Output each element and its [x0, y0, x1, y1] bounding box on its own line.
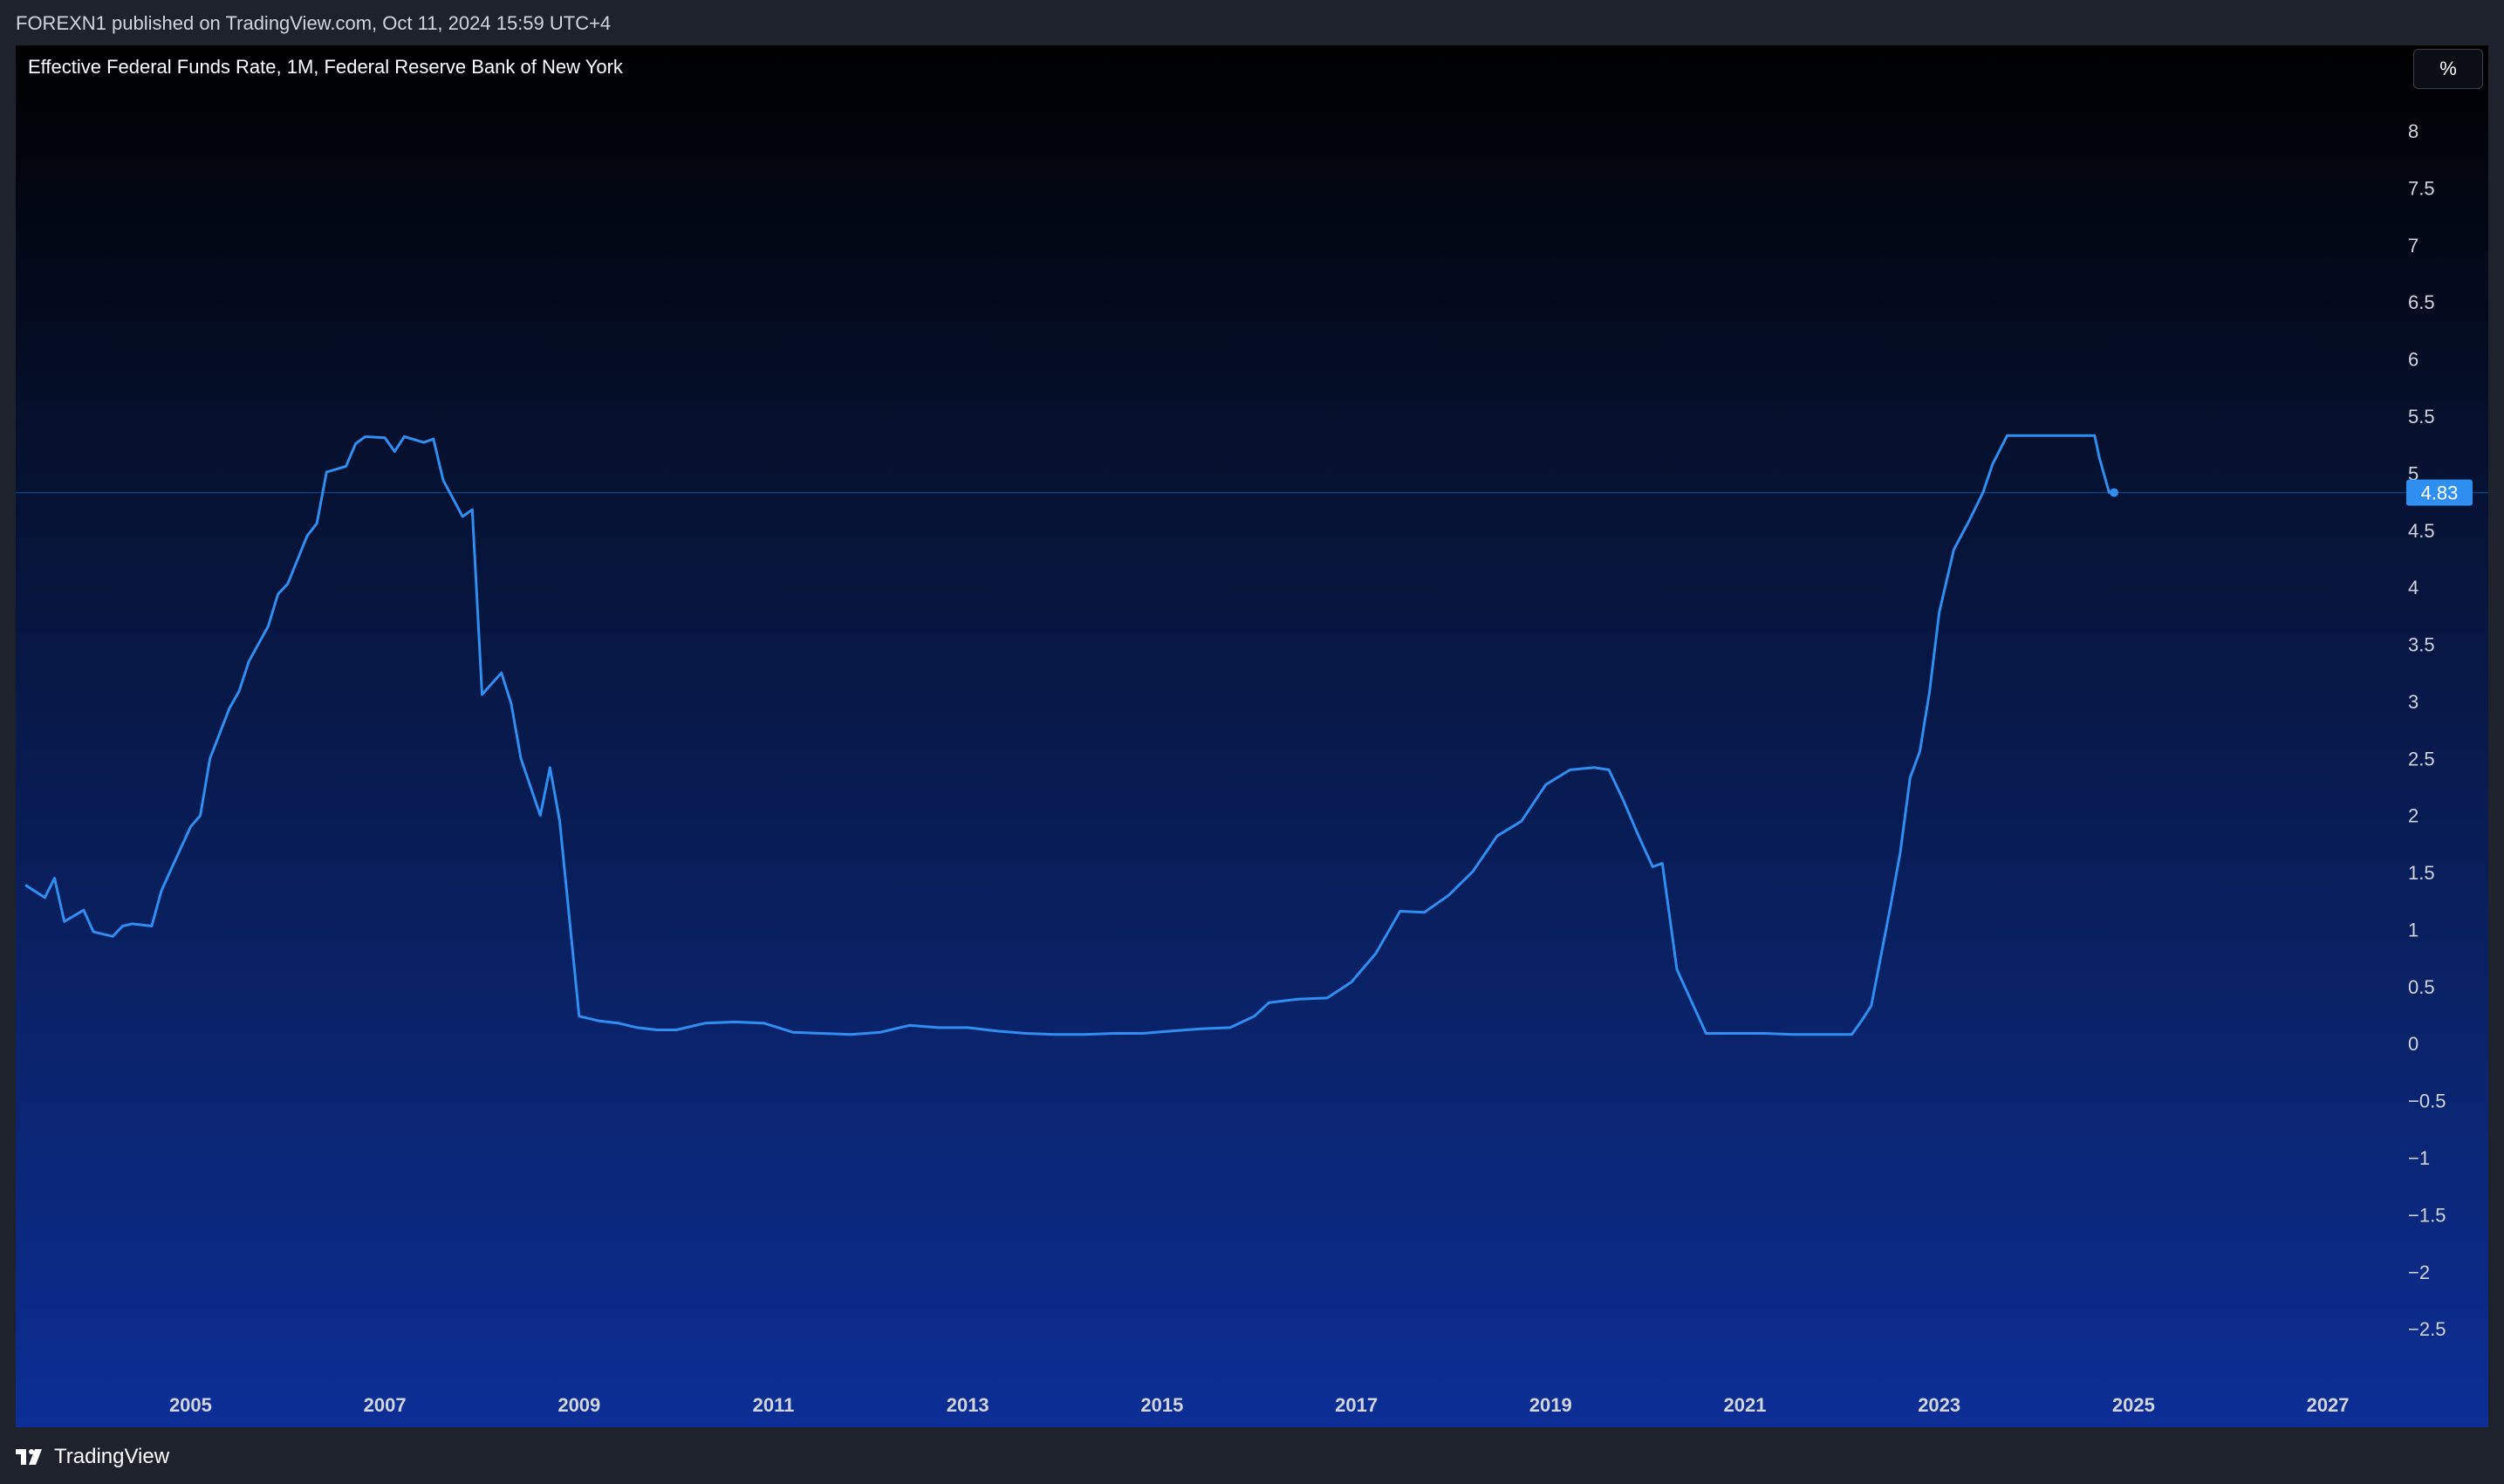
- x-tick-label: 2025: [2112, 1394, 2155, 1416]
- y-tick-label: 3: [2408, 691, 2418, 713]
- x-tick-label: 2013: [947, 1394, 989, 1416]
- y-tick-label: 4.5: [2408, 520, 2435, 542]
- y-tick-label: 2: [2408, 805, 2418, 827]
- chart-title: Effective Federal Funds Rate, 1M, Federa…: [28, 56, 623, 78]
- x-tick-label: 2011: [753, 1394, 795, 1416]
- top-bar: FOREXN1 published on TradingView.com, Oc…: [0, 0, 2504, 45]
- x-tick-label: 2009: [558, 1394, 600, 1416]
- y-tick-label: 4: [2408, 577, 2418, 598]
- y-tick-label: 6: [2408, 349, 2418, 371]
- y-tick-label: 7.5: [2408, 177, 2435, 199]
- x-tick-label: 2021: [1723, 1394, 1766, 1416]
- chart-area[interactable]: 8 7.5 7 6.5 6 5.5 5 4.5 4 3.5 3 2.5 2 1.5 1 0.5 0 −0.5 −1−…: [16, 45, 2488, 1427]
- chart-svg[interactable]: 87.576.565.554.543.532.521.510.50−0.5−1−…: [16, 45, 2488, 1427]
- y-tick-label: −2: [2408, 1262, 2430, 1283]
- y-tick-label: 7: [2408, 235, 2418, 256]
- y-tick-label: 3.5: [2408, 634, 2435, 656]
- y-tick-label: 8: [2408, 120, 2418, 142]
- last-value-label: 4.83: [2421, 482, 2459, 504]
- published-info: FOREXN1 published on TradingView.com, Oc…: [16, 12, 612, 34]
- y-tick-label: −2.5: [2408, 1318, 2446, 1340]
- y-tick-label: 1.5: [2408, 862, 2435, 884]
- x-tick-label: 2027: [2307, 1394, 2350, 1416]
- y-tick-label: 2.5: [2408, 748, 2435, 769]
- tradingview-logo-icon: [16, 1449, 42, 1465]
- y-tick-label: −1.5: [2408, 1204, 2446, 1226]
- tradingview-brand: TradingView: [54, 1445, 170, 1468]
- y-tick-label: 5.5: [2408, 406, 2435, 427]
- y-tick-label: 1: [2408, 919, 2418, 940]
- x-tick-label: 2015: [1140, 1394, 1183, 1416]
- y-tick-label: −1: [2408, 1147, 2430, 1169]
- x-tick-label: 2023: [1918, 1394, 1960, 1416]
- x-tick-label: 2005: [169, 1394, 212, 1416]
- x-tick-label: 2019: [1529, 1394, 1572, 1416]
- series-line: [24, 434, 2115, 1036]
- last-point-marker: [2110, 488, 2119, 497]
- x-tick-label: 2017: [1335, 1394, 1378, 1416]
- y-tick-label: −0.5: [2408, 1091, 2446, 1112]
- y-tick-label: 0.5: [2408, 976, 2435, 998]
- x-tick-label: 2007: [364, 1394, 407, 1416]
- unit-button[interactable]: %: [2413, 49, 2483, 89]
- footer: TradingView: [0, 1427, 2504, 1484]
- y-tick-label: 0: [2408, 1033, 2418, 1055]
- y-tick-label: 6.5: [2408, 291, 2435, 313]
- tradingview-logo[interactable]: TradingView: [14, 1445, 169, 1469]
